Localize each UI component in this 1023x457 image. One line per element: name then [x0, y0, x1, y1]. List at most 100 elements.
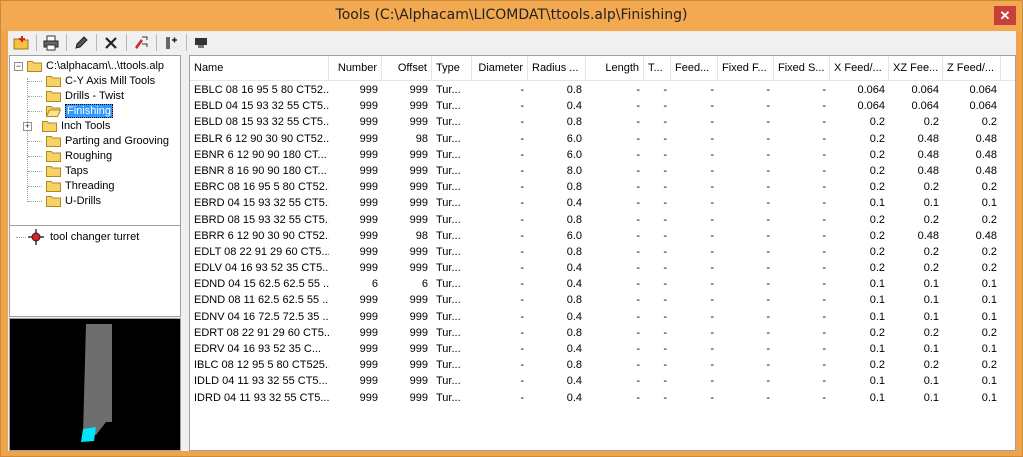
tree-item-cy-axis-mill-tools[interactable]: C-Y Axis Mill Tools [28, 73, 155, 89]
table-cell: - [822, 84, 826, 96]
turret-item[interactable]: tool changer turret [16, 229, 139, 245]
table-cell: - [636, 100, 640, 113]
table-cell: - [710, 164, 714, 177]
tree-item-roughing[interactable]: Roughing [28, 148, 112, 164]
table-row[interactable]: EDND 04 15 62.5 62.5 55 ... 6 6 Tur... - 0.4 -… [190, 276, 1015, 292]
table-row[interactable]: IDLD 04 11 93 32 55 CT5... 999 999 Tur... - 0… [190, 373, 1015, 389]
table-cell: - [822, 148, 826, 161]
close-button[interactable]: ✕ [994, 6, 1016, 25]
table-cell: 0.1 [869, 197, 885, 210]
table-row[interactable]: EDNV 04 16 72.5 72.5 35 ... 999 999 Tur... -… [190, 309, 1015, 325]
table-row[interactable]: EBLD 08 15 93 32 55 CT5... 999 999 Tur... - 0… [190, 114, 1015, 130]
table-cell: 0.2 [923, 181, 939, 194]
column-header-xz-feed[interactable]: XZ Fee... [889, 56, 943, 81]
tool-properties-button[interactable] [130, 33, 152, 53]
table-cell: - [710, 132, 714, 145]
table-cell: 0.2 [923, 262, 939, 275]
edit-button[interactable] [70, 33, 92, 53]
table-cell: 999 [409, 359, 428, 372]
table-cell: - [822, 375, 826, 388]
title-bar[interactable]: Tools (C:\Alphacam\LICOMDAT\ttools.alp\F… [1, 1, 1022, 31]
table-cell: 0.064 [911, 84, 939, 96]
table-row[interactable]: EBLR 6 12 90 30 90 CT52... 999 98 Tur... - 6.… [190, 131, 1015, 147]
column-header-length[interactable]: Length [586, 56, 644, 81]
tree-item-label: Threading [65, 180, 115, 192]
tree-item-taps[interactable]: Taps [28, 163, 88, 179]
column-header-fixed-feed[interactable]: Fixed F... [718, 56, 774, 81]
table-cell: - [766, 310, 770, 323]
table-cell: - [636, 262, 640, 275]
column-header-x-feed[interactable]: X Feed/... [830, 56, 889, 81]
table-cell: EBRR 6 12 90 30 90 CT52... [194, 229, 329, 242]
table-row[interactable]: EBRC 08 16 95 5 80 CT52... 999 999 Tur... - 0… [190, 179, 1015, 195]
column-header-diameter[interactable]: Diameter [472, 56, 528, 81]
column-header-t[interactable]: T... [644, 56, 671, 81]
table-cell: 999 [359, 245, 378, 258]
tree-item-parting-and-grooving[interactable]: Parting and Grooving [28, 133, 169, 149]
table-row[interactable]: IBLC 08 12 95 5 80 CT525... 999 999 Tur... -… [190, 357, 1015, 373]
column-header-feed[interactable]: Feed... [671, 56, 718, 81]
table-cell: 999 [359, 229, 378, 242]
print-button[interactable] [40, 33, 62, 53]
expand-icon[interactable]: + [23, 121, 32, 131]
tool-assembly-button[interactable] [160, 33, 182, 53]
table-cell: - [822, 132, 826, 145]
table-row[interactable]: EBNR 6 12 90 90 180 CT... 999 999 Tur... - 6.… [190, 147, 1015, 163]
column-header-number[interactable]: Number [329, 56, 382, 81]
table-cell: EBRD 04 15 93 32 55 CT5... [194, 197, 329, 210]
table-row[interactable]: EBRD 04 15 93 32 55 CT5... 999 999 Tur... - 0… [190, 195, 1015, 211]
table-cell: - [663, 262, 667, 275]
table-row[interactable]: EBLD 04 15 93 32 55 CT5... 999 999 Tur... - 0… [190, 98, 1015, 114]
delete-button[interactable] [100, 33, 122, 53]
table-cell: - [636, 197, 640, 210]
tree-item-threading[interactable]: Threading [28, 178, 115, 194]
tool-insert [81, 427, 96, 442]
table-cell: Tur... [436, 84, 461, 96]
table-cell: EBLR 6 12 90 30 90 CT52... [194, 132, 329, 145]
tree-item-u-drills[interactable]: U-Drills [28, 193, 101, 209]
table-row[interactable]: EBNR 8 16 90 90 180 CT... 999 999 Tur... - 8.… [190, 163, 1015, 179]
table-cell: - [520, 343, 524, 355]
column-header-offset[interactable]: Offset [382, 56, 432, 81]
table-row[interactable]: EDLT 08 22 91 29 60 CT5... 999 999 Tur... - 0… [190, 244, 1015, 260]
table-row[interactable]: EDLV 04 16 93 52 35 CT5... 999 999 Tur... - 0… [190, 260, 1015, 276]
table-row[interactable]: IDRD 04 11 93 32 55 CT5... 999 999 Tur... - 0… [190, 390, 1015, 406]
turret-button[interactable] [190, 33, 212, 53]
column-header-type[interactable]: Type [432, 56, 472, 81]
tree-root[interactable]: − C:\alphacam\..\ttools.alp [14, 58, 164, 74]
tools-window: Tools (C:\Alphacam\LICOMDAT\ttools.alp\F… [0, 0, 1023, 457]
table-row[interactable]: EBLC 08 16 95 5 80 CT52... 999 999 Tur... - 0… [190, 82, 1015, 98]
table-cell: 999 [409, 148, 428, 161]
tree-item-label: C-Y Axis Mill Tools [65, 75, 156, 87]
table-row[interactable]: EDND 08 11 62.5 62.5 55 ... 999 999 Tur... -… [190, 292, 1015, 308]
table-row[interactable]: EDRV 04 16 93 52 35 C... 999 999 Tur... - 0.4… [190, 341, 1015, 357]
table-cell: - [663, 213, 667, 226]
column-header-fixed-speed[interactable]: Fixed S... [774, 56, 830, 81]
folder-icon [46, 166, 61, 177]
column-header-name[interactable]: Name [190, 56, 329, 81]
table-row[interactable]: EBRD 08 15 93 32 55 CT5... 999 999 Tur... - 0… [190, 212, 1015, 228]
table-cell: - [766, 84, 770, 96]
table-row[interactable]: EBRR 6 12 90 30 90 CT52... 999 98 Tur... - 6.… [190, 228, 1015, 244]
toolbar-separator [156, 34, 157, 51]
table-cell: 999 [359, 262, 378, 275]
table-cell: 0.8 [566, 326, 582, 339]
folder-icon [46, 136, 61, 147]
toolbar-separator [66, 34, 67, 51]
table-row[interactable]: EDRT 08 22 91 29 60 CT5... 999 999 Tur... - 0… [190, 325, 1015, 341]
table-cell: - [663, 116, 667, 129]
table-cell: - [822, 294, 826, 307]
column-header-z-feed[interactable]: Z Feed/... [943, 56, 1001, 81]
table-cell: - [520, 213, 524, 226]
tree-item-inch-tools[interactable]: + Inch Tools [23, 118, 110, 134]
column-header-radius[interactable]: Radius ... [528, 56, 586, 81]
collapse-icon[interactable]: − [14, 61, 23, 71]
table-cell: 999 [409, 245, 428, 258]
tree-item-drills-twist[interactable]: Drills - Twist [28, 88, 124, 104]
window-title: Tools (C:\Alphacam\LICOMDAT\ttools.alp\F… [335, 7, 688, 23]
tree-item-finishing[interactable]: Finishing [28, 103, 114, 119]
table-cell: 999 [359, 100, 378, 113]
tool-shank [83, 324, 112, 435]
folder-icon [46, 76, 61, 87]
add-folder-button[interactable] [10, 33, 32, 53]
